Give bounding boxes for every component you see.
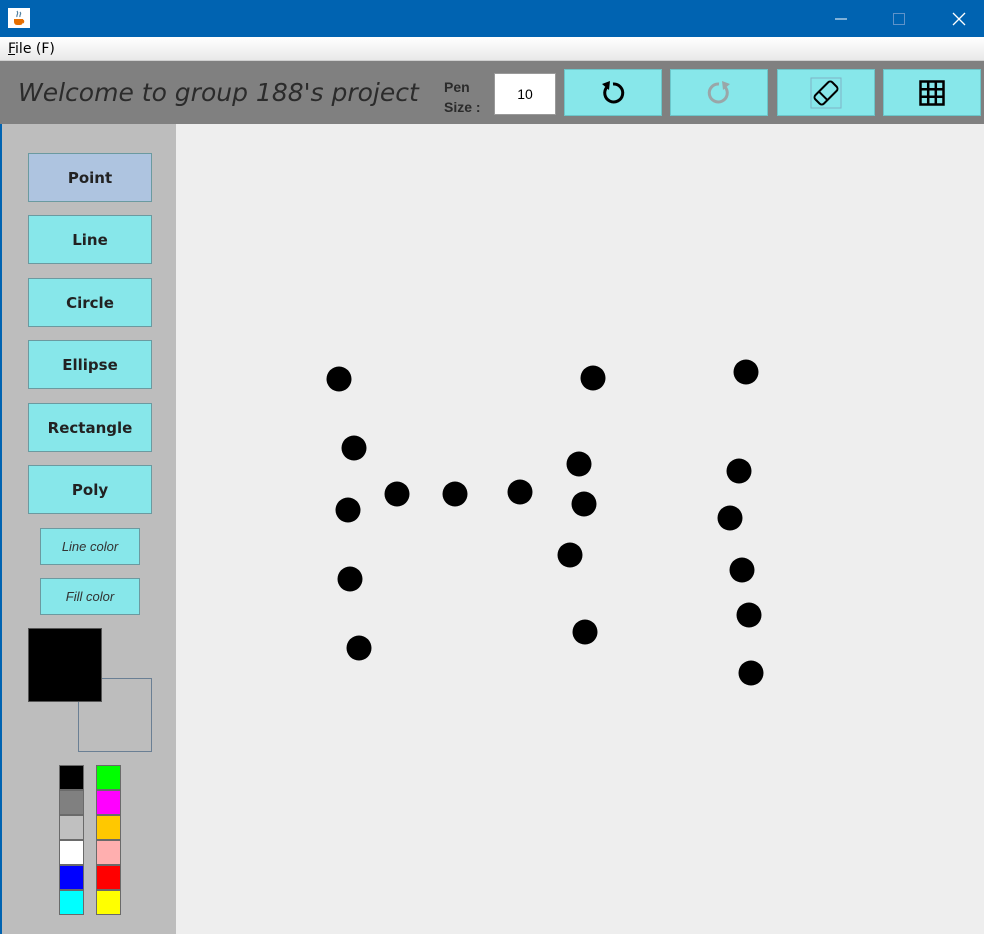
canvas-drawing: [326, 359, 764, 686]
toolbar: Welcome to group 188's project Pen Size …: [0, 61, 984, 124]
palette-swatch[interactable]: [96, 840, 121, 865]
tool-rectangle-button[interactable]: Rectangle: [28, 403, 152, 452]
palette-swatch[interactable]: [59, 890, 84, 915]
drawn-point: [346, 635, 372, 661]
drawn-point: [738, 660, 764, 686]
drawn-point: [335, 497, 361, 523]
drawn-point: [736, 602, 762, 628]
tool-sidebar: Point Line Circle Ellipse Rectangle Poly…: [0, 124, 176, 934]
drawn-point: [384, 481, 410, 507]
drawn-point: [571, 491, 597, 517]
minimize-icon: [835, 18, 847, 19]
palette-swatch[interactable]: [59, 765, 84, 790]
close-button[interactable]: [930, 0, 984, 37]
drawn-point: [726, 458, 752, 484]
drawn-point: [580, 365, 606, 391]
drawn-point: [566, 451, 592, 477]
pen-size-label-line1: Pen: [444, 79, 470, 95]
title-bar[interactable]: [0, 0, 984, 37]
welcome-text: Welcome to group 188's project: [18, 78, 419, 107]
drawn-point: [729, 557, 755, 583]
menu-file[interactable]: File (F): [8, 41, 55, 57]
maximize-icon: [893, 12, 905, 25]
palette-swatch[interactable]: [96, 815, 121, 840]
redo-button[interactable]: [670, 69, 768, 116]
drawing-canvas[interactable]: [176, 124, 984, 934]
undo-button[interactable]: [564, 69, 662, 116]
redo-icon: [707, 80, 730, 103]
tool-ellipse-button[interactable]: Ellipse: [28, 340, 152, 389]
palette-swatch[interactable]: [96, 790, 121, 815]
grid-icon: [919, 79, 945, 106]
palette-swatch[interactable]: [96, 865, 121, 890]
close-icon: [952, 12, 966, 25]
maximize-button[interactable]: [870, 0, 928, 37]
palette-swatch[interactable]: [59, 815, 84, 840]
fill-color-button[interactable]: Fill color: [40, 578, 140, 615]
java-cup-icon: [8, 8, 30, 28]
drawn-point: [572, 619, 598, 645]
tool-poly-button[interactable]: Poly: [28, 465, 152, 514]
tool-point-button[interactable]: Point: [28, 153, 152, 202]
pen-size-label: Pen Size :: [444, 77, 481, 117]
tool-line-button[interactable]: Line: [28, 215, 152, 264]
drawn-point: [557, 542, 583, 568]
drawn-point: [507, 479, 533, 505]
eraser-button[interactable]: [777, 69, 875, 116]
palette-swatch[interactable]: [59, 790, 84, 815]
grid-button[interactable]: [883, 69, 981, 116]
drawn-point: [341, 435, 367, 461]
menu-bar: File (F): [0, 37, 984, 61]
pen-size-input[interactable]: [494, 73, 556, 115]
drawn-point: [733, 359, 759, 385]
drawn-point: [717, 505, 743, 531]
palette-swatch[interactable]: [96, 890, 121, 915]
eraser-icon: [810, 77, 842, 108]
drawn-point: [326, 366, 352, 392]
undo-icon: [602, 80, 625, 103]
palette-swatch[interactable]: [59, 865, 84, 890]
tool-circle-button[interactable]: Circle: [28, 278, 152, 327]
minimize-button[interactable]: [812, 0, 870, 37]
drawn-point: [337, 566, 363, 592]
pen-size-label-line2: Size :: [444, 99, 481, 115]
palette-swatch[interactable]: [96, 765, 121, 790]
line-color-button[interactable]: Line color: [40, 528, 140, 565]
palette-swatch[interactable]: [59, 840, 84, 865]
drawn-point: [442, 481, 468, 507]
current-line-color-swatch[interactable]: [28, 628, 102, 702]
app-window: File (F) Welcome to group 188's project …: [0, 0, 984, 934]
